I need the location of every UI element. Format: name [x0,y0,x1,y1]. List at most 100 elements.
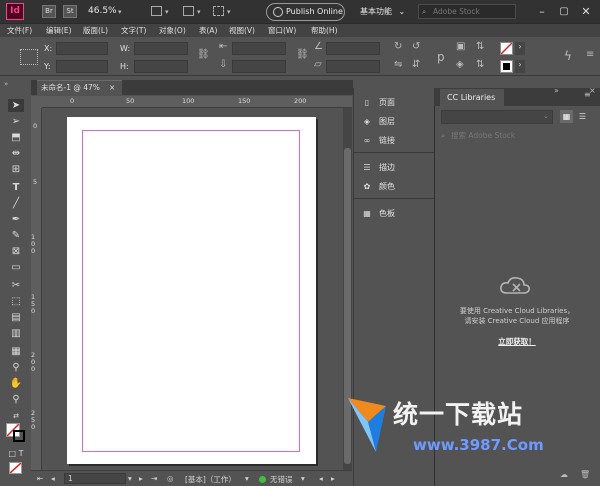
rectangle-tool-icon[interactable]: ▭ [8,261,24,274]
stroke-swatch[interactable] [500,60,513,73]
menu-file[interactable]: 文件(F) [7,25,32,36]
tab-cc-libraries[interactable]: CC Libraries [440,89,504,106]
fill-menu-button[interactable]: › [515,42,525,55]
ruler-origin[interactable] [31,96,42,108]
line-tool-icon[interactable]: ╱ [8,197,24,210]
reference-point-icon[interactable] [20,49,38,65]
panel-swatches[interactable]: ▦ 色板 [360,205,395,223]
rotate-field[interactable] [326,42,380,55]
swap-fill-stroke-icon[interactable]: ⇄ [8,410,24,423]
library-search-input[interactable]: ⌕ 搜索 Adobe Stock [441,129,591,143]
menu-table[interactable]: 表(A) [199,25,217,36]
x-field[interactable] [56,42,108,55]
scroll-left-icon[interactable]: ◂ [319,474,323,483]
panel-layers[interactable]: ◈ 图层 [360,113,395,131]
panel-links[interactable]: ∞ 链接 [360,132,395,150]
width-field[interactable] [134,42,188,55]
zoom-level[interactable]: 46.5% [88,6,117,16]
apply-none-button[interactable] [9,462,22,474]
panel-stroke[interactable]: ☰ 描边 [360,159,395,177]
chevron-down-icon[interactable]: ▾ [227,8,231,16]
minimize-icon[interactable]: – [534,4,550,20]
menu-edit[interactable]: 编辑(E) [46,25,72,36]
menu-layout[interactable]: 版面(L) [83,25,108,36]
arrange-documents-icon[interactable] [213,6,224,16]
select-next-icon[interactable]: ⇅ [476,59,484,70]
rotate-ccw-icon[interactable]: ↺ [412,41,420,52]
view-options-icon[interactable] [151,6,162,16]
type-tool-icon[interactable]: T [8,181,24,194]
page-tool-icon[interactable]: ⬒ [8,131,24,144]
panel-menu-icon[interactable]: ≡ [586,49,594,60]
lightning-icon[interactable]: ϟ [564,49,572,63]
select-container-icon[interactable]: ▣ [456,41,465,52]
scroll-right-icon[interactable]: ▸ [331,474,335,483]
paragraph-p-icon[interactable]: p [437,50,445,64]
select-prev-icon[interactable]: ⇅ [476,41,484,52]
constrain-proportions-icon[interactable]: ⛓ [197,49,210,60]
next-page-icon[interactable]: ▸ [139,474,143,483]
menu-object[interactable]: 对象(O) [159,25,186,36]
rotate-cw-icon[interactable]: ↻ [394,41,402,52]
direct-selection-tool-icon[interactable]: ➢ [8,115,24,128]
preflight-status-label[interactable]: 无错误 [270,474,293,485]
panel-color[interactable]: ✿ 颜色 [360,178,395,196]
close-tab-icon[interactable]: × [109,81,115,95]
preflight-dropdown-icon[interactable]: ▾ [301,474,305,483]
gradient-swatch-tool-icon[interactable]: ▤ [8,311,24,324]
flip-horizontal-icon[interactable]: ⇋ [394,59,402,70]
page-dropdown-icon[interactable]: ▾ [128,474,132,483]
close-panel-icon[interactable]: × [589,86,596,95]
library-select[interactable]: ⌄ [441,110,553,124]
stroke-menu-button[interactable]: › [515,60,525,73]
gap-tool-icon[interactable]: ⇹ [8,147,24,160]
gradient-feather-tool-icon[interactable]: ▥ [8,327,24,340]
panel-pages[interactable]: ▯ 页面 [360,94,395,112]
document-tab[interactable]: 未命名-1 @ 47% × [37,80,122,95]
vertical-ruler[interactable]: 0 5 100 150 200 250 [31,108,42,470]
y-field[interactable] [56,60,108,73]
open-page-icon[interactable]: ◎ [167,474,174,483]
zoom-tool-icon[interactable]: ⚲ [8,393,24,406]
last-page-icon[interactable]: ⇥ [151,474,157,483]
stroke-color-box[interactable] [13,430,25,442]
zoom-dropdown-icon[interactable]: ▾ [118,8,122,16]
close-icon[interactable]: ✕ [578,4,594,20]
eyedropper-tool-icon[interactable]: ⚲ [8,361,24,374]
menu-view[interactable]: 视图(V) [229,25,255,36]
fill-swatch[interactable] [500,42,513,55]
grid-view-icon[interactable]: ▦ [560,110,573,123]
menu-window[interactable]: 窗口(W) [268,25,296,36]
page-number-field[interactable]: 1 [64,473,126,484]
maximize-icon[interactable]: ▢ [556,4,572,20]
get-app-link[interactable]: 立即获取！ [434,336,600,347]
previous-page-icon[interactable]: ◂ [51,474,55,483]
formatting-affects-icon[interactable]: □ T [8,447,24,460]
select-content-icon[interactable]: ◈ [456,59,464,70]
publish-online-button[interactable]: Publish Online [266,3,345,21]
workspace-switcher[interactable]: 基本功能 ⌄ [360,6,405,17]
screen-mode-icon[interactable] [183,6,194,16]
constrain-scale-icon[interactable]: ⛓ [296,49,309,60]
collapse-panel-icon[interactable]: » [554,86,559,95]
shear-field[interactable] [326,60,380,73]
first-page-icon[interactable]: ⇤ [37,474,43,483]
chevron-down-icon[interactable]: ▾ [197,8,201,16]
content-collector-icon[interactable]: ⊞ [8,163,24,176]
height-field[interactable] [134,60,188,73]
stock-search-input[interactable]: ⌕ Adobe Stock [418,4,516,19]
scale-x-field[interactable] [232,42,286,55]
horizontal-ruler[interactable]: 0 50 100 150 200 [42,96,352,108]
menu-type[interactable]: 文字(T) [121,25,146,36]
chevron-down-icon[interactable]: ▾ [165,8,169,16]
tools-collapse-icon[interactable]: » [4,80,26,92]
bridge-button[interactable]: Br [42,5,56,18]
selection-tool-icon[interactable]: ➤ [8,99,24,112]
stock-button[interactable]: St [63,5,77,18]
flip-vertical-icon[interactable]: ⇵ [412,59,420,70]
pencil-tool-icon[interactable]: ✎ [8,229,24,242]
cloud-sync-icon[interactable]: ☁ [560,470,568,479]
hand-tool-icon[interactable]: ✋ [8,377,24,390]
menu-help[interactable]: 帮助(H) [311,25,338,36]
rectangle-frame-tool-icon[interactable]: ⊠ [8,245,24,258]
